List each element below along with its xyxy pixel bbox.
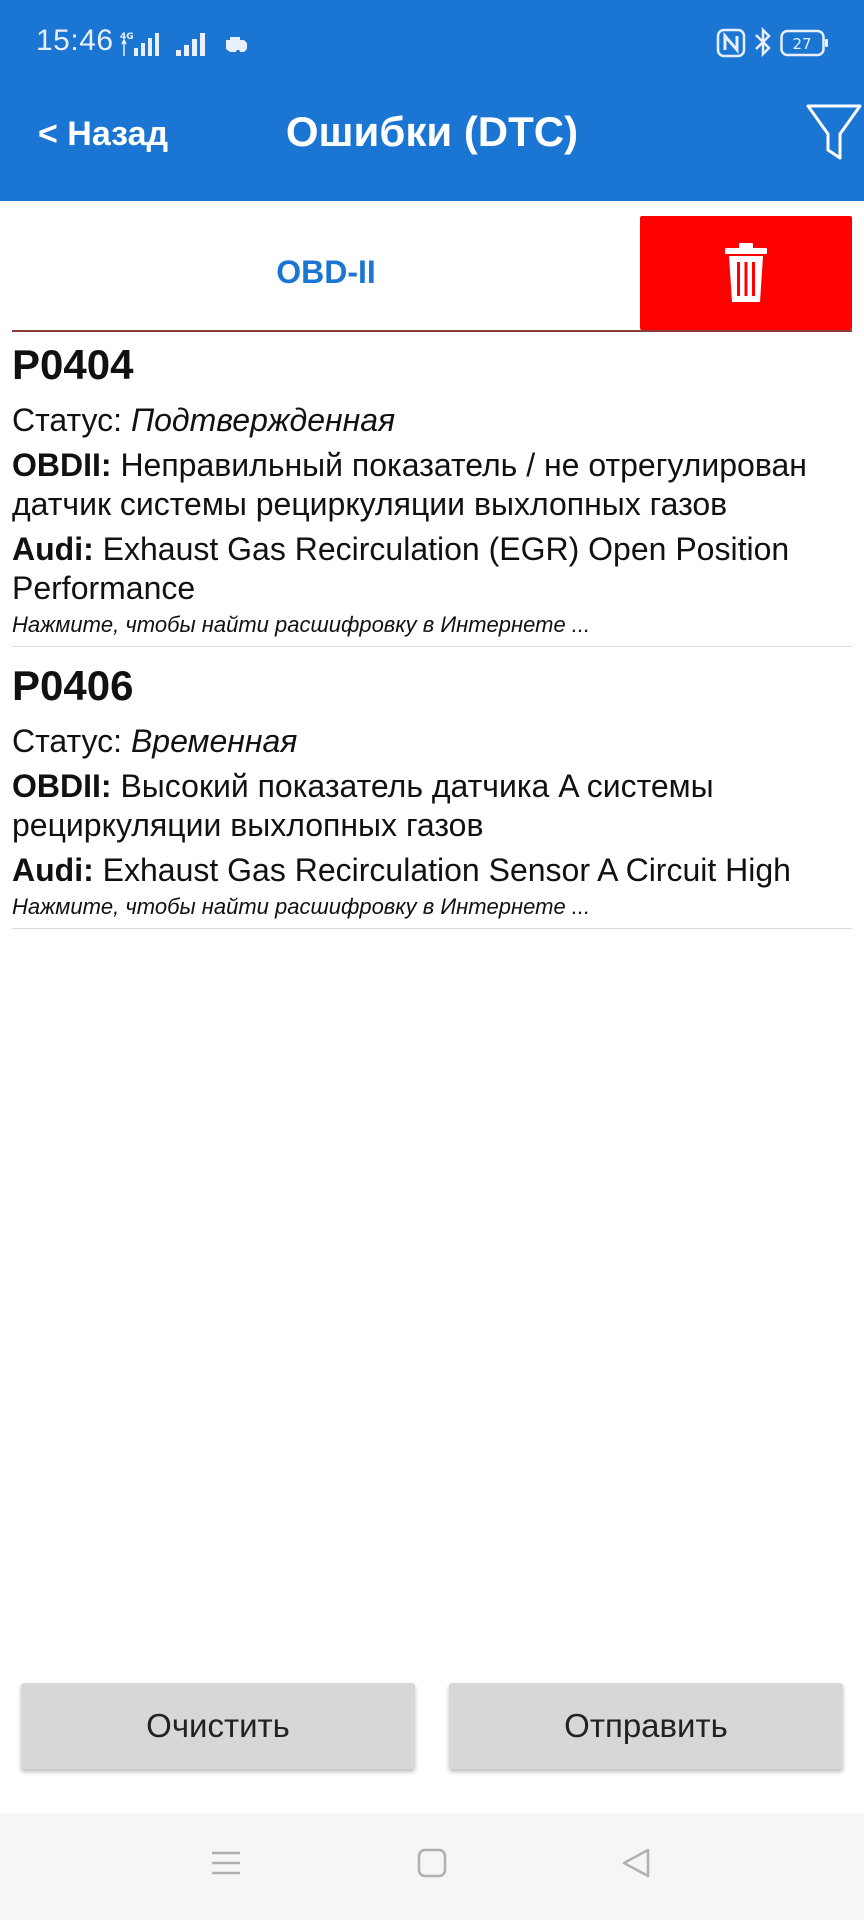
system-nav-bar — [0, 1813, 864, 1920]
battery-icon: 27 — [780, 29, 828, 57]
brand-description: Audi: Exhaust Gas Recirculation (EGR) Op… — [12, 530, 852, 608]
dtc-item[interactable]: P0404 Статус: Подтвержденная OBDII: Непр… — [12, 340, 852, 647]
dtc-code: P0404 — [12, 341, 134, 388]
signal-4g-icon: 4G — [120, 32, 159, 56]
obd-text: Высокий показатель датчика A системы рец… — [12, 768, 714, 843]
home-icon[interactable] — [416, 1847, 448, 1879]
search-online-link[interactable]: Нажмите, чтобы найти расшифровку в Интер… — [12, 610, 852, 640]
status-label: Статус: — [12, 723, 131, 759]
trash-icon — [725, 243, 767, 302]
clear-button[interactable]: Очистить — [21, 1683, 415, 1769]
signal-icon — [176, 33, 205, 56]
back-button[interactable]: < Назад — [38, 115, 168, 154]
status-value: Подтвержденная — [130, 402, 396, 438]
dtc-item[interactable]: P0406 Статус: Временная OBDII: Высокий п… — [12, 661, 852, 929]
obd-label: OBDII: — [12, 447, 112, 483]
menu-icon[interactable] — [210, 1847, 242, 1879]
brand-text: Exhaust Gas Recirculation Sensor A Circu… — [93, 852, 791, 888]
obd-text: Неправильный показатель / не отрегулиров… — [12, 447, 807, 522]
nfc-icon — [716, 28, 746, 58]
filter-icon[interactable] — [804, 100, 864, 164]
obd-label: OBDII: — [12, 768, 112, 804]
dtc-code: P0406 — [12, 662, 134, 709]
brand-label: Audi: — [12, 852, 94, 888]
brand-text: Exhaust Gas Recirculation (EGR) Open Pos… — [12, 531, 790, 606]
delete-button[interactable] — [640, 216, 852, 330]
dtc-status: Статус: Подтвержденная — [12, 400, 852, 440]
dtc-status: Статус: Временная — [12, 721, 852, 761]
dtc-list: P0404 Статус: Подтвержденная OBDII: Непр… — [12, 334, 852, 943]
tab-obd-ii[interactable]: OBD-II — [12, 214, 640, 330]
brand-label: Audi: — [12, 531, 94, 567]
status-label: Статус: — [12, 402, 131, 438]
svg-text:27: 27 — [792, 35, 811, 53]
search-online-link[interactable]: Нажмите, чтобы найти расшифровку в Интер… — [12, 892, 852, 922]
status-value: Временная — [130, 723, 298, 759]
back-icon[interactable] — [620, 1847, 652, 1879]
send-button[interactable]: Отправить — [449, 1683, 843, 1769]
tab-row: OBD-II — [12, 214, 852, 332]
clock: 15:46 — [36, 24, 114, 57]
bluetooth-icon — [755, 26, 771, 58]
obd-description: OBDII: Высокий показатель датчика A сист… — [12, 767, 852, 845]
app-bar: < Назад Ошибки (DTC) — [0, 88, 864, 201]
tab-label: OBD-II — [276, 253, 376, 290]
tab-underline — [12, 330, 852, 332]
brand-description: Audi: Exhaust Gas Recirculation Sensor A… — [12, 851, 852, 890]
svg-text:4G: 4G — [120, 32, 134, 42]
obd-description: OBDII: Неправильный показатель / не отре… — [12, 446, 852, 524]
car-engine-icon — [226, 37, 247, 54]
status-bar: 15:46 4G 27 — [0, 0, 864, 88]
